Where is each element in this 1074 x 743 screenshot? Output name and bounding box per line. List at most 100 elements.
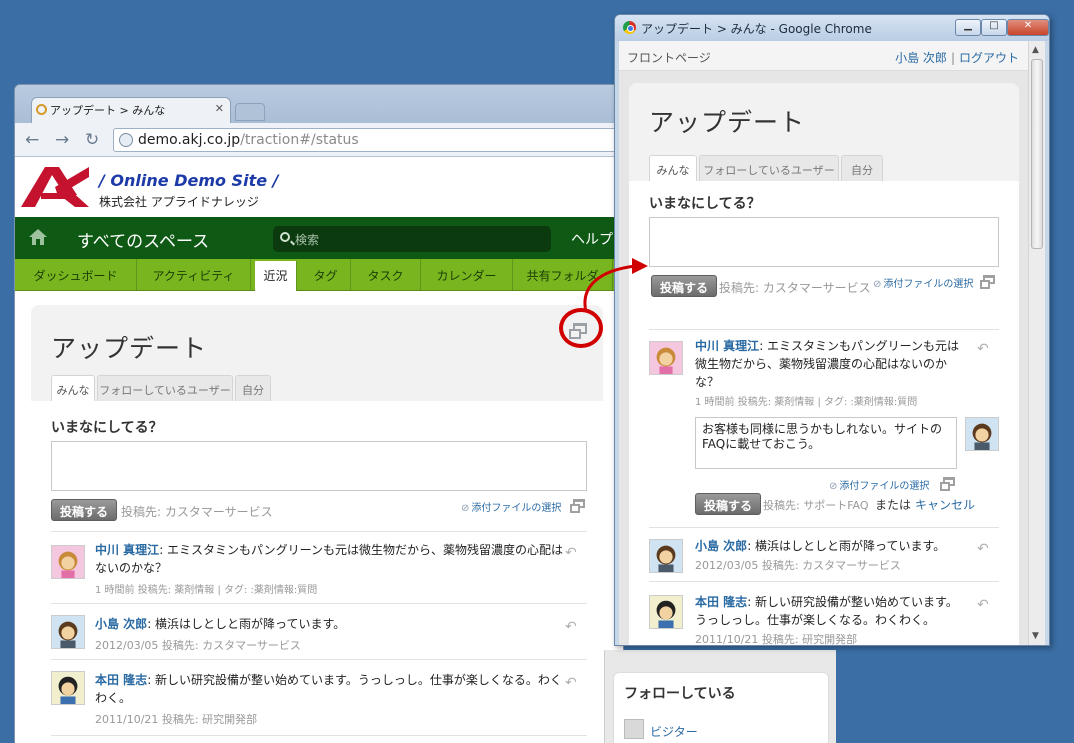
tab-mine[interactable]: 自分 [841, 155, 883, 181]
browser-toolbar: ← → ↻ demo.akj.co.jp/traction#/status [15, 123, 623, 157]
nav-tab-activity[interactable]: アクティビティ [137, 259, 251, 290]
status-prompt: いまなにしてる？ [649, 196, 761, 212]
post-author[interactable]: 本田 隆志 [695, 595, 747, 609]
reply-post-target[interactable]: 投稿先: サポートFAQ [763, 497, 869, 513]
back-icon[interactable]: ← [25, 130, 39, 150]
close-tab-icon[interactable]: ✕ [215, 102, 224, 115]
nav-tab-status[interactable]: 近況 [255, 261, 297, 291]
post-text: 本田 隆志: 新しい研究設備が整い始めています。うっしっし。仕事が楽しくなる。わ… [95, 671, 565, 707]
page-title: アップデート [649, 108, 806, 137]
reply-attach-link[interactable]: ⊘ 添付ファイルの選択 [829, 477, 929, 492]
avatar[interactable] [51, 671, 85, 705]
close-icon[interactable]: ✕ [1007, 19, 1049, 36]
avatar[interactable] [649, 341, 683, 375]
post-body-line-2: 微生物だから、薬物残留濃度の心配はないのか [695, 357, 948, 371]
reply-icon[interactable]: ↶ [977, 341, 989, 357]
attach-file-link[interactable]: ⊘ 添付ファイルの選択 [873, 275, 973, 290]
post-author[interactable]: 小島 次郎 [695, 539, 747, 553]
address-bar[interactable]: demo.akj.co.jp/traction#/status [113, 128, 623, 152]
post-body: : 横浜はしとしと雨が降っています。 [747, 539, 946, 553]
post-target[interactable]: 投稿先: カスタマーサービス [719, 279, 871, 296]
tab-following[interactable]: フォローしているユーザー [97, 375, 233, 401]
tab-strip: アップデート > みんな ✕ [15, 85, 623, 123]
reply-text-line-2: FAQに載せておこう。 [702, 437, 821, 451]
post-meta: 2012/03/05 投稿先: カスタマーサービス [95, 639, 301, 652]
popup-window: アップデート > みんな - Google Chrome ▁ □ ✕ フロントペ… [614, 14, 1050, 646]
popup-titlebar[interactable]: アップデート > みんな - Google Chrome ▁ □ ✕ [615, 15, 1049, 41]
home-icon[interactable] [29, 229, 47, 245]
tab-mine[interactable]: 自分 [235, 375, 271, 401]
logout-link[interactable]: ログアウト [959, 51, 1019, 65]
following-card: フォローしている ビジター [613, 672, 829, 743]
nav-tab-tags[interactable]: タグ [301, 259, 351, 290]
post-target[interactable]: 投稿先: カスタマーサービス [121, 503, 273, 520]
reply-icon[interactable]: ↶ [565, 619, 577, 635]
reply-icon[interactable]: ↶ [977, 597, 989, 613]
reload-icon[interactable]: ↻ [85, 130, 99, 150]
popout-icon[interactable] [570, 499, 585, 513]
right-sidebar: フォローしている ビジター [604, 650, 836, 743]
nav-tabs: ダッシュボード アクティビティ 近況 タグ タスク カレンダー 共有フォルダ [15, 259, 623, 291]
front-page-link[interactable]: フロントページ [627, 49, 711, 66]
avatar[interactable] [51, 545, 85, 579]
post-text: 小島 次郎: 横浜はしとしと雨が降っています。 [95, 615, 565, 633]
nav-tab-dashboard[interactable]: ダッシュボード [15, 259, 137, 290]
maximize-icon[interactable]: □ [981, 19, 1007, 36]
new-tab-button[interactable] [235, 103, 265, 121]
reply-icon[interactable]: ↶ [565, 675, 577, 691]
reply-icon[interactable]: ↶ [977, 541, 989, 557]
forward-icon[interactable]: → [55, 130, 69, 150]
post-button[interactable]: 投稿する [51, 499, 118, 521]
post-meta: 2012/03/05 投稿先: カスタマーサービス [695, 559, 901, 572]
status-input[interactable] [51, 441, 587, 491]
avatar[interactable] [51, 615, 85, 649]
avatar[interactable] [649, 539, 683, 573]
browser-tab[interactable]: アップデート > みんな ✕ [31, 97, 231, 123]
scroll-down-icon[interactable]: ▼ [1032, 631, 1039, 641]
user-name-link[interactable]: 小島 次郎 [895, 51, 947, 65]
tab-everyone[interactable]: みんな [649, 155, 697, 181]
nav-tab-tasks[interactable]: タスク [351, 259, 421, 290]
post-meta: 2011/10/21 投稿先: 研究開発部 [95, 713, 258, 726]
post-author[interactable]: 本田 隆志 [95, 673, 147, 687]
minimize-icon[interactable]: ▁ [955, 19, 981, 36]
attach-file-label: 添付ファイルの選択 [471, 503, 562, 514]
avatar[interactable] [624, 719, 644, 739]
post-text: 小島 次郎: 横浜はしとしと雨が降っています。 [695, 537, 975, 555]
ak-logo-icon[interactable] [19, 165, 91, 209]
following-user[interactable]: ビジター [650, 723, 698, 740]
status-input[interactable] [649, 217, 999, 267]
post-author[interactable]: 中川 真理江 [695, 339, 759, 353]
paperclip-icon: ⊘ [873, 279, 882, 290]
avatar[interactable] [965, 417, 999, 451]
tab-everyone[interactable]: みんな [51, 375, 95, 401]
scroll-up-icon[interactable]: ▲ [1032, 45, 1039, 55]
space-selector[interactable]: すべてのスペース [77, 227, 209, 252]
reply-input[interactable]: お客様も同様に思うかもしれない。サイトの FAQに載せておこう。 [695, 417, 957, 469]
scrollbar[interactable]: ▲ ▼ [1028, 41, 1045, 645]
post-button[interactable]: 投稿する [651, 275, 718, 297]
updates-card: アップデート みんな フォローしているユーザー 自分 いまなにしてる？ 投稿する… [31, 305, 603, 743]
site-title[interactable]: / Online Demo Site / [99, 171, 278, 190]
search-input[interactable]: 検索 [273, 226, 551, 252]
help-link[interactable]: ヘルプ [571, 229, 613, 249]
search-placeholder: 検索 [295, 233, 320, 247]
cancel-link[interactable]: キャンセル [915, 496, 975, 513]
popout-icon[interactable] [980, 275, 995, 289]
nav-tab-calendar[interactable]: カレンダー [421, 259, 513, 290]
post-text: 本田 隆志: 新しい研究設備が整い始めています。うっしっし。仕事が楽しくなる。わ… [695, 593, 975, 629]
reply-icon[interactable]: ↶ [565, 545, 577, 561]
reply-post-button[interactable]: 投稿する [695, 493, 762, 515]
post-author[interactable]: 中川 真理江 [95, 543, 159, 557]
popup-window-title: アップデート > みんな - Google Chrome [641, 22, 872, 36]
tab-following[interactable]: フォローしているユーザー [699, 155, 839, 181]
divider [51, 531, 587, 532]
avatar[interactable] [649, 595, 683, 629]
reply-attach-label: 添付ファイルの選択 [839, 481, 930, 492]
attach-file-link[interactable]: ⊘ 添付ファイルの選択 [461, 499, 561, 514]
post-body-line-3: な？ [695, 375, 720, 389]
scroll-thumb[interactable] [1031, 59, 1043, 249]
popout-icon[interactable] [940, 477, 955, 491]
post-author[interactable]: 小島 次郎 [95, 617, 147, 631]
chrome-icon [623, 21, 636, 34]
